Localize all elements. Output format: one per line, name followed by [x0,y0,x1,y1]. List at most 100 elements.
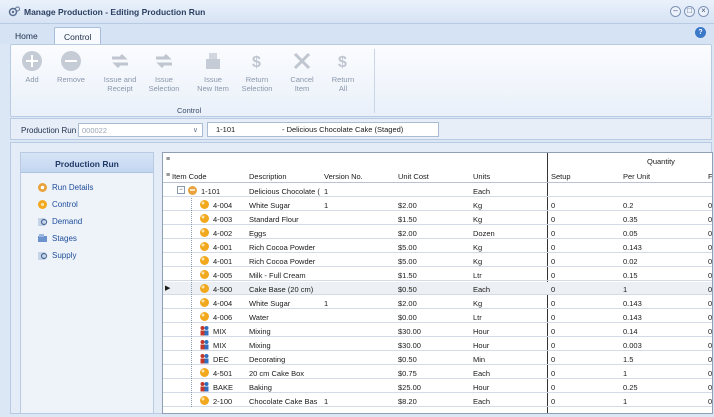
cell-units: Kg [473,257,483,266]
cell-item-code: 2-100 [213,397,233,406]
cell-description: Cake Base (20 cm) [249,285,314,294]
maximize-button[interactable]: □ [684,6,695,17]
cell-fi: 0 [708,257,713,266]
table-row[interactable]: BAKE Baking $25.00 Hour 0 0.25 0 [163,380,713,393]
cell-description: Mixing [249,327,271,336]
cancel-item-icon [293,52,311,70]
tab-home[interactable]: Home [6,27,47,44]
table-row[interactable]: 4-003 Standard Flour $1.50 Kg 0 0.35 0 [163,212,713,225]
column-header-unit-cost[interactable]: Unit Cost [398,172,429,181]
add-button[interactable]: Add [19,50,45,84]
help-icon[interactable]: ? [695,27,706,38]
cell-per-unit: 0.15 [623,271,638,280]
cell-per-unit: 1.5 [623,355,634,364]
item-icon [200,284,209,293]
cell-setup: 0 [551,355,556,364]
table-row[interactable]: ▶ 4-500 Cake Base (20 cm) $0.50 Each 0 1 0 [163,282,712,295]
cell-per-unit: 0.14 [623,327,638,336]
cell-unit-cost: $30.00 [398,341,421,350]
cell-unit-cost: $25.00 [398,383,421,392]
stages-icon [38,234,47,242]
return-all-button[interactable]: $ Return All [325,50,361,93]
svg-text:$: $ [252,54,261,71]
cell-setup: 0 [551,257,556,266]
column-chooser-icon[interactable]: ≡ [166,172,170,179]
control-icon [38,200,47,209]
table-row[interactable]: 4-006 Water $0.00 Ltr 0 0.143 0 [163,310,713,323]
grid-corner-menu-icon[interactable]: ≡ [166,156,170,163]
table-row[interactable]: 4-001 Rich Cocoa Powder $5.00 Kg 0 0.143 0 [163,240,712,253]
cell-setup: 0 [551,383,556,392]
cell-unit-cost: $0.50 [398,285,417,294]
table-row[interactable]: 4-004 White Sugar 1 $2.00 Kg 0 0.2 0 [163,198,712,211]
cell-unit-cost: $2.00 [398,229,417,238]
issue-selection-button[interactable]: Issue Selection [146,50,182,93]
issue-and-receipt-button[interactable]: Issue and Receipt [97,50,143,93]
cell-fi: 0 [708,341,713,350]
table-row[interactable]: MIX Mixing $30.00 Hour 0 0.003 0 [163,338,713,351]
column-header-item-code[interactable]: Item Code [172,172,207,181]
cell-per-unit: 1 [623,285,628,294]
chevron-down-icon[interactable]: ∨ [193,126,198,134]
run-details-icon [38,183,47,192]
table-row[interactable]: 4-001 Rich Cocoa Powder $5.00 Kg 0 0.02 0 [163,254,713,267]
table-row[interactable]: − 1-101 Delicious Chocolate (1 Each [163,184,712,197]
cell-description: White Sugar [249,201,291,210]
cell-unit-cost: $2.00 [398,201,417,210]
collapse-toggle-icon[interactable]: − [177,186,185,194]
cell-fi: 0 [708,397,713,406]
cell-fi: 0 [708,383,713,392]
cell-setup: 0 [551,299,556,308]
cell-setup: 0 [551,313,556,322]
cell-unit-cost: $1.50 [398,271,417,280]
cell-units: Hour [473,383,490,392]
column-header-per-unit[interactable]: Per Unit [623,172,650,181]
tree-connector [191,380,192,393]
item-icon [200,298,209,307]
close-button[interactable]: × [698,6,709,17]
tree-connector [191,198,192,211]
cell-setup: 0 [551,397,556,406]
production-item-description: - Delicious Chocolate Cake (Staged) [282,125,404,134]
column-header-units[interactable]: Units [473,172,490,181]
table-row[interactable]: MIX Mixing $30.00 Hour 0 0.14 0 [163,324,713,337]
cell-setup: 0 [551,285,556,294]
column-header-version[interactable]: Version No. [324,172,363,181]
cell-version: 1 [324,187,329,196]
table-row[interactable]: 4-501 20 cm Cake Box $0.75 Each 0 1 0 [163,366,712,379]
production-run-select[interactable]: 000022 ∨ [78,123,203,137]
table-row[interactable]: 4-004 White Sugar 1 $2.00 Kg 0 0.143 0 [163,296,712,309]
table-row[interactable]: 2-100 Chocolate Cake Bas 1 $8.20 Each 0 1 0 [163,394,713,407]
column-header-description[interactable]: Description [249,172,287,181]
tree-connector [191,296,192,309]
cell-fi: 0 [708,215,713,224]
table-row[interactable]: 4-002 Eggs $2.00 Dozen 0 0.05 0 [163,226,712,239]
cell-description: White Sugar [249,299,291,308]
cell-item-code: BAKE [213,383,234,392]
cancel-item-button[interactable]: Cancel Item [285,50,319,93]
cell-unit-cost: $0.50 [398,355,417,364]
minimize-button[interactable]: – [670,6,681,17]
ribbon-control-group: Add Remove Issue and Receipt Issue Selec… [10,44,712,117]
return-selection-button[interactable]: $ Return Selection [237,50,277,93]
cake-icon [188,186,197,195]
tree-connector [191,212,192,225]
cell-fi: 0 [708,327,713,336]
cell-fi: 0 [708,313,713,322]
ribbon-group-separator [374,49,375,113]
column-header-fi[interactable]: Fi [708,172,712,181]
table-row[interactable]: DEC Decorating $0.50 Min 0 1.5 0 [163,352,712,365]
cell-description: Water [249,313,269,322]
column-header-setup[interactable]: Setup [551,172,571,181]
item-icon [200,312,209,321]
cell-per-unit: 0.143 [623,313,642,322]
cell-version: 1 [324,397,329,406]
remove-button[interactable]: Remove [54,50,88,84]
tab-control[interactable]: Control [54,27,102,44]
cell-units: Hour [473,327,490,336]
cell-description: Mixing [249,341,271,350]
cell-item-code: 4-004 [213,201,233,210]
add-icon [22,51,42,71]
issue-new-item-button[interactable]: Issue New Item [191,50,235,93]
table-row[interactable]: 4-005 Milk - Full Cream $1.50 Ltr 0 0.15 0 [163,268,712,281]
